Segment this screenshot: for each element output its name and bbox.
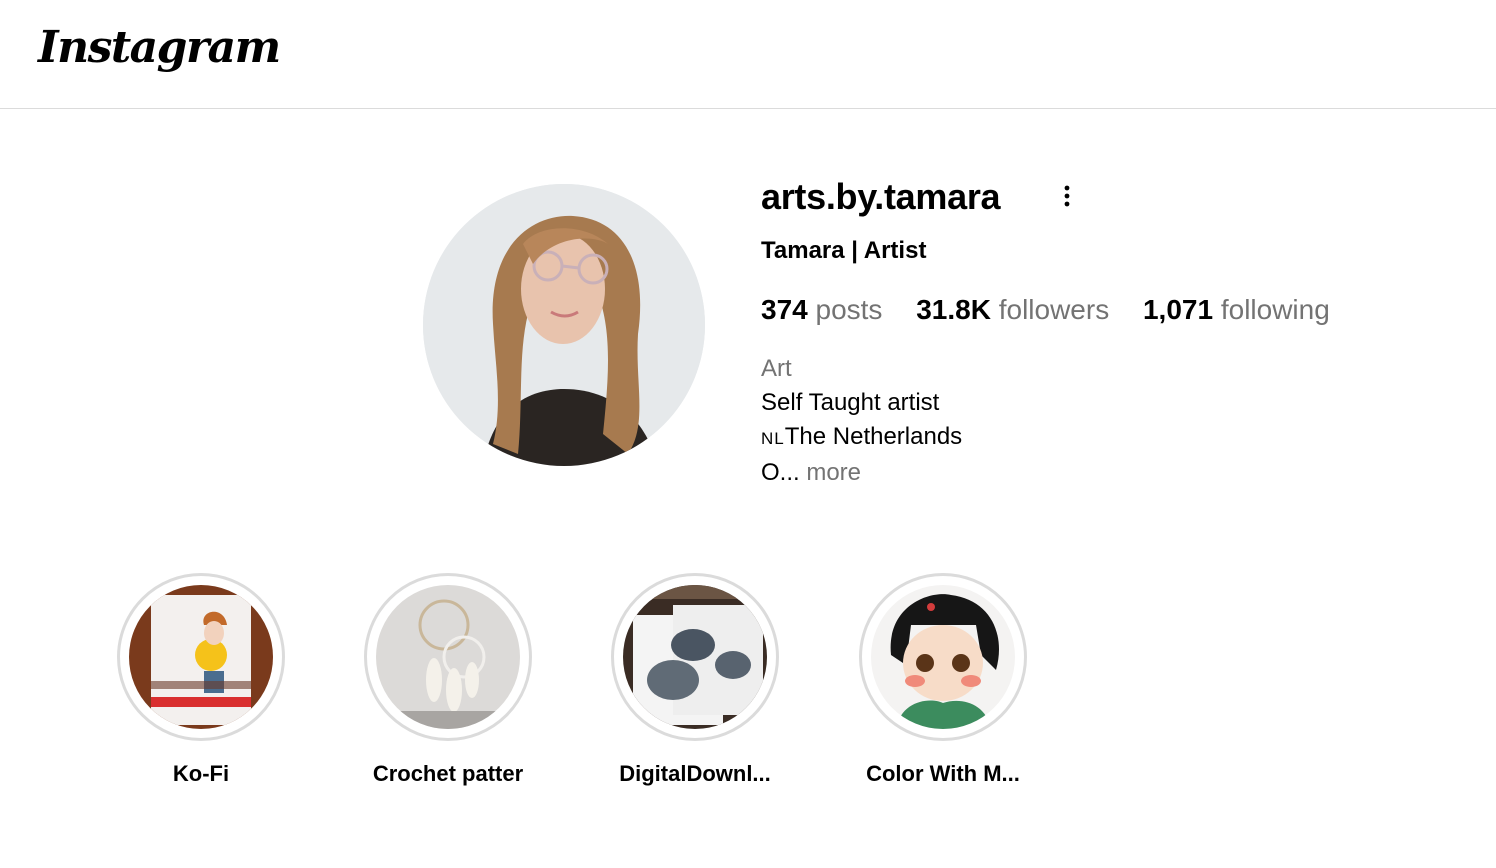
profile-stats: 374 posts 31.8K followers 1,071 followin… bbox=[761, 292, 1356, 328]
highlight-label: Crochet patter bbox=[372, 761, 524, 786]
followers-stat[interactable]: 31.8K followers bbox=[916, 292, 1109, 328]
followers-label: followers bbox=[998, 294, 1110, 325]
highlight-cover-image bbox=[129, 585, 273, 729]
highlight-ring[interactable] bbox=[117, 573, 285, 741]
following-count: 1,071 bbox=[1142, 294, 1214, 325]
highlight-ring[interactable] bbox=[364, 573, 532, 741]
top-bar: Instagram bbox=[0, 0, 1496, 109]
highlight-crochet[interactable]: Crochet patter bbox=[364, 573, 532, 786]
posts-label: posts bbox=[815, 294, 883, 325]
profile-username: arts.by.tamara bbox=[761, 176, 1001, 217]
posts-count: 374 bbox=[761, 294, 808, 325]
bio-line-3: O... more bbox=[761, 456, 962, 490]
highlight-color-with-me[interactable]: Color With M... bbox=[859, 573, 1027, 786]
netherlands-flag-icon: NL bbox=[761, 429, 785, 448]
highlight-ring[interactable] bbox=[611, 573, 779, 741]
following-stat[interactable]: 1,071 following bbox=[1143, 292, 1330, 328]
highlight-digital-downloads[interactable]: DigitalDownl... bbox=[611, 573, 779, 786]
bio-line-2: NLThe Netherlands bbox=[761, 420, 962, 456]
instagram-logo[interactable]: Instagram bbox=[38, 22, 281, 73]
following-label: following bbox=[1220, 294, 1330, 325]
more-options-icon[interactable] bbox=[1056, 182, 1078, 210]
bio-category: Art bbox=[761, 355, 792, 382]
highlight-label: Color With M... bbox=[866, 761, 1020, 786]
highlight-kofi[interactable]: Ko-Fi bbox=[117, 573, 285, 786]
profile-bio: Art Self Taught artist NLThe Netherlands… bbox=[761, 352, 962, 490]
avatar-photo bbox=[423, 184, 705, 466]
highlight-label: Ko-Fi bbox=[172, 761, 230, 786]
bio-location: The Netherlands bbox=[784, 423, 963, 450]
highlight-ring[interactable] bbox=[859, 573, 1027, 741]
highlight-cover-image bbox=[871, 585, 1015, 729]
highlight-cover-image bbox=[376, 585, 520, 729]
highlight-label: DigitalDownl... bbox=[619, 761, 771, 786]
profile-avatar[interactable] bbox=[423, 184, 705, 466]
highlight-cover-image bbox=[623, 585, 767, 729]
bio-more-link[interactable]: more bbox=[806, 459, 861, 486]
followers-count: 31.8K bbox=[916, 294, 991, 325]
profile-full-name: Tamara | Artist bbox=[761, 237, 927, 264]
posts-stat: 374 posts bbox=[761, 292, 882, 328]
bio-line-1: Self Taught artist bbox=[761, 389, 940, 416]
bio-truncated-text: O... bbox=[761, 459, 800, 486]
